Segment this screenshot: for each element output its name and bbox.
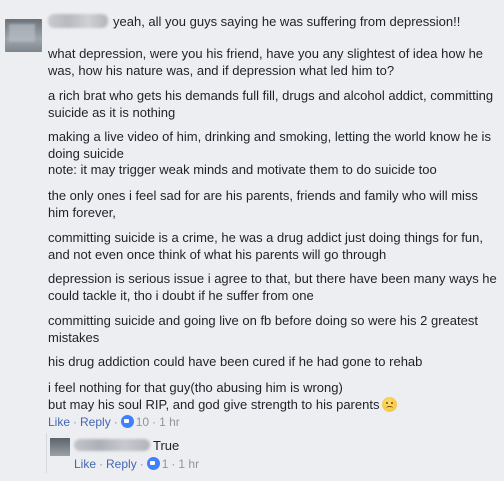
comment-paragraph-last: but may his soul RIP, and god give stren… xyxy=(48,396,498,413)
reply-link[interactable]: Reply xyxy=(80,415,111,429)
reply-name-redacted[interactable] xyxy=(74,439,150,451)
reply-actions: Like · Reply · 1 · 1 hr xyxy=(74,457,199,472)
sad-face-emoji-icon xyxy=(382,397,398,412)
comment-first-line: yeah, all you guys saying he was sufferi… xyxy=(113,14,461,29)
separator-dot: · xyxy=(139,457,144,471)
reply-text: True xyxy=(153,438,180,453)
commenter-name-redacted[interactable] xyxy=(48,14,108,28)
reply-like-link[interactable]: Like xyxy=(74,457,96,471)
comment-paragraph: note: it may trigger weak minds and moti… xyxy=(48,162,437,177)
reply-avatar[interactable] xyxy=(50,438,70,456)
comment-paragraph: a rich brat who gets his demands full fi… xyxy=(48,88,494,120)
comment-paragraph: i feel nothing for that guy(tho abusing … xyxy=(48,380,343,395)
comment-actions: Like · Reply · 10 · 1 hr xyxy=(48,415,180,430)
separator-dot: · xyxy=(171,457,176,471)
like-reaction-icon[interactable] xyxy=(120,415,134,428)
comment-paragraph: his drug addiction could have been cured… xyxy=(48,354,423,369)
comment-paragraph-text: but may his soul RIP, and god give stren… xyxy=(48,397,380,412)
commenter-avatar[interactable] xyxy=(5,19,42,52)
comment-timestamp[interactable]: 1 hr xyxy=(159,415,180,429)
like-link[interactable]: Like xyxy=(48,415,70,429)
reply-reply-link[interactable]: Reply xyxy=(106,457,137,471)
comment-paragraph: what depression, were you his friend, ha… xyxy=(48,46,484,78)
separator-dot: · xyxy=(113,415,118,429)
comment-paragraph: committing suicide and going live on fb … xyxy=(48,313,478,345)
like-reaction-icon[interactable] xyxy=(146,457,160,470)
comment-thread: yeah, all you guys saying he was sufferi… xyxy=(0,0,504,481)
separator-dot: · xyxy=(152,415,157,429)
reply-thread-line xyxy=(46,433,47,473)
comment-paragraph: depression is serious issue i agree to t… xyxy=(48,271,497,303)
separator-dot: · xyxy=(99,457,104,471)
comment-paragraph: committing suicide is a crime, he was a … xyxy=(48,230,483,262)
reply-like-count[interactable]: 1 xyxy=(162,457,169,471)
separator-dot: · xyxy=(73,415,78,429)
like-count[interactable]: 10 xyxy=(136,415,149,429)
comment-paragraph: the only ones i feel sad for are his par… xyxy=(48,188,478,220)
reply-timestamp[interactable]: 1 hr xyxy=(178,457,199,471)
comment-paragraph: making a live video of him, drinking and… xyxy=(48,129,491,161)
